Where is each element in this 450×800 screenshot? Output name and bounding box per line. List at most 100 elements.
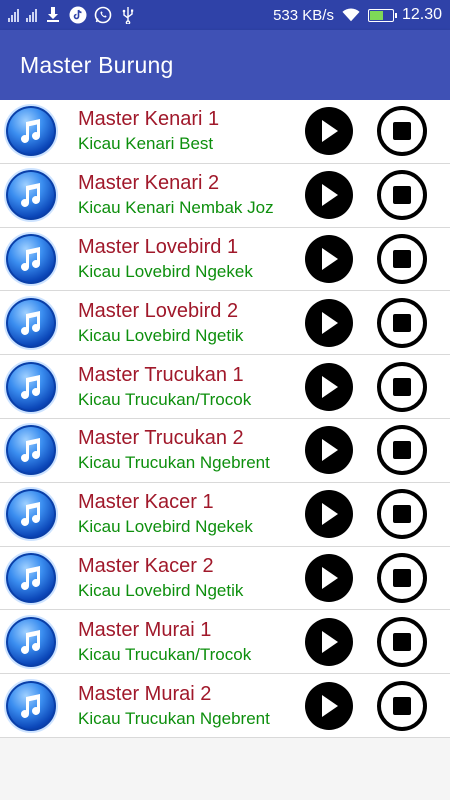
item-subtitle: Kicau Trucukan/Trocok (78, 389, 252, 409)
stop-button[interactable] (377, 361, 427, 412)
item-title: Master Kacer 2 (78, 554, 214, 577)
play-icon (322, 120, 338, 143)
play-button[interactable] (305, 362, 353, 411)
list-item[interactable]: Master Kenari 2 Kicau Kenari Nembak Joz (0, 164, 450, 228)
item-texts: Master Kenari 2 Kicau Kenari Nembak Joz (78, 170, 303, 220)
list-item[interactable]: Master Trucukan 2 Kicau Trucukan Ngebren… (0, 419, 450, 483)
item-title: Master Trucukan 1 (78, 363, 244, 386)
play-icon (322, 439, 338, 462)
stop-button[interactable] (377, 680, 427, 731)
signal-icon (8, 8, 19, 22)
item-subtitle: Kicau Lovebird Ngekek (78, 517, 253, 537)
item-subtitle: Kicau Lovebird Ngetik (78, 580, 244, 600)
stop-button[interactable] (377, 616, 427, 667)
item-subtitle: Kicau Kenari Best (78, 134, 214, 154)
music-note-icon (4, 614, 58, 669)
stop-button[interactable] (377, 425, 427, 476)
status-left-icons (8, 6, 137, 24)
item-subtitle: Kicau Trucukan Ngebrent (78, 453, 270, 473)
item-subtitle: Kicau Lovebird Ngetik (78, 325, 244, 345)
whatsapp-icon (94, 6, 112, 24)
play-icon (322, 566, 338, 589)
stop-icon (393, 505, 411, 524)
item-title: Master Murai 2 (78, 682, 212, 705)
wifi-icon (342, 6, 360, 24)
play-icon (322, 694, 338, 717)
net-speed: 533 KB/s (273, 6, 334, 24)
item-title: Master Murai 1 (78, 618, 212, 641)
list-item[interactable]: Master Murai 1 Kicau Trucukan/Trocok (0, 610, 450, 675)
item-texts: Master Lovebird 1 Kicau Lovebird Ngekek (78, 234, 303, 284)
stop-icon (393, 249, 411, 268)
app-bar: Master Burung (0, 30, 450, 100)
item-texts: Master Murai 1 Kicau Trucukan/Trocok (78, 617, 303, 667)
play-button[interactable] (305, 426, 353, 475)
play-button[interactable] (305, 553, 353, 602)
item-title: Master Kenari 1 (78, 108, 220, 131)
stop-icon (393, 696, 411, 715)
play-icon (322, 311, 338, 334)
stop-button[interactable] (377, 552, 427, 603)
item-texts: Master Kacer 1 Kicau Lovebird Ngekek (78, 489, 303, 539)
item-subtitle: Kicau Trucukan Ngebrent (78, 708, 270, 728)
play-icon (322, 630, 338, 653)
list-item[interactable]: Master Kacer 1 Kicau Lovebird Ngekek (0, 483, 450, 547)
list-item[interactable]: Master Lovebird 2 Kicau Lovebird Ngetik (0, 291, 450, 356)
signal-icon (26, 8, 37, 22)
item-subtitle: Kicau Trucukan/Trocok (78, 644, 252, 664)
stop-button[interactable] (377, 233, 427, 284)
music-note-icon (4, 359, 58, 414)
status-bar: 533 KB/s 12.30 (0, 0, 450, 30)
play-button[interactable] (305, 171, 353, 220)
play-button[interactable] (305, 107, 353, 156)
stop-icon (393, 377, 411, 396)
clock: 12.30 (401, 6, 442, 23)
battery-icon (367, 8, 397, 22)
play-button[interactable] (305, 234, 353, 283)
list-item[interactable]: Master Kenari 1 Kicau Kenari Best (0, 100, 450, 164)
status-right: 533 KB/s 12.30 (273, 6, 442, 24)
item-texts: Master Kenari 1 Kicau Kenari Best (78, 106, 303, 156)
page-title: Master Burung (20, 51, 174, 78)
music-note-icon (4, 104, 58, 159)
item-subtitle: Kicau Lovebird Ngekek (78, 261, 253, 281)
item-title: Master Kenari 2 (78, 172, 220, 195)
stop-icon (393, 186, 411, 205)
download-icon (44, 6, 62, 24)
play-icon (322, 503, 338, 526)
item-title: Master Trucukan 2 (78, 427, 244, 450)
play-button[interactable] (305, 490, 353, 539)
stop-icon (393, 441, 411, 460)
item-texts: Master Trucukan 1 Kicau Trucukan/Trocok (78, 362, 303, 412)
list-item[interactable]: Master Lovebird 1 Kicau Lovebird Ngekek (0, 228, 450, 292)
play-icon (322, 247, 338, 270)
play-button[interactable] (305, 298, 353, 347)
stop-button[interactable] (377, 489, 427, 540)
stop-icon (393, 568, 411, 587)
music-note-icon (4, 295, 58, 350)
item-title: Master Lovebird 1 (78, 235, 239, 258)
list-item[interactable]: Master Murai 2 Kicau Trucukan Ngebrent (0, 674, 450, 738)
list-item[interactable]: Master Trucukan 1 Kicau Trucukan/Trocok (0, 355, 450, 419)
music-note-icon (4, 550, 58, 605)
stop-icon (393, 122, 411, 141)
stop-button[interactable] (377, 170, 427, 221)
stop-button[interactable] (377, 106, 427, 157)
music-note-icon (4, 423, 58, 478)
stop-button[interactable] (377, 297, 427, 348)
tiktok-icon (69, 6, 87, 24)
music-note-icon (4, 487, 58, 542)
play-icon (322, 375, 338, 398)
usb-icon (119, 6, 137, 24)
item-subtitle: Kicau Kenari Nembak Joz (78, 198, 274, 218)
play-button[interactable] (305, 681, 353, 730)
bird-sound-list: Master Kenari 1 Kicau Kenari Best Master… (0, 100, 450, 738)
play-icon (322, 184, 338, 207)
stop-icon (393, 313, 411, 332)
item-texts: Master Lovebird 2 Kicau Lovebird Ngetik (78, 298, 303, 348)
music-note-icon (4, 231, 58, 286)
item-title: Master Lovebird 2 (78, 299, 239, 322)
item-title: Master Kacer 1 (78, 491, 214, 514)
list-item[interactable]: Master Kacer 2 Kicau Lovebird Ngetik (0, 547, 450, 611)
play-button[interactable] (305, 617, 353, 666)
